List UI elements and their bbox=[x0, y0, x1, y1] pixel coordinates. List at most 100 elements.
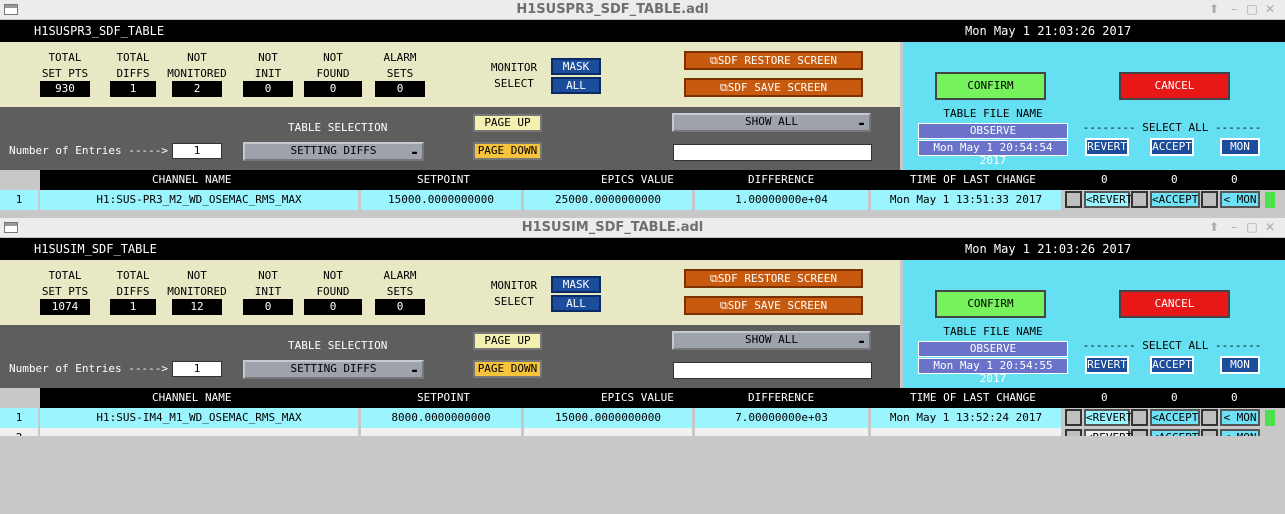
select-all-revert-button[interactable]: REVERT bbox=[1085, 356, 1129, 374]
table-row: 2 <REVERT <ACCEPT < MON bbox=[0, 428, 1285, 436]
col-time-of-last-change: TIME OF LAST CHANGE bbox=[910, 391, 1036, 404]
minimize-icon[interactable]: – bbox=[1226, 1, 1242, 18]
all-button[interactable]: ALL bbox=[551, 295, 601, 312]
row-mon-checkbox[interactable] bbox=[1201, 191, 1218, 208]
filter-input[interactable] bbox=[673, 362, 872, 379]
summary-value: 1074 bbox=[40, 299, 90, 315]
summary-label: TOTAL DIFFS bbox=[100, 268, 166, 300]
summary-label-line1: TOTAL bbox=[48, 51, 82, 64]
close-icon[interactable]: ✕ bbox=[1262, 1, 1278, 18]
col-channel-name: CHANNEL NAME bbox=[152, 391, 232, 404]
close-icon[interactable]: ✕ bbox=[1262, 219, 1278, 236]
summary-value: 0 bbox=[375, 81, 425, 97]
row-accept-checkbox[interactable] bbox=[1131, 409, 1148, 426]
summary-value: 12 bbox=[172, 299, 222, 315]
all-button[interactable]: ALL bbox=[551, 77, 601, 94]
row-revert-checkbox[interactable] bbox=[1065, 409, 1082, 426]
sdf-restore-screen-button[interactable]: ⧉SDF RESTORE SCREEN bbox=[684, 51, 863, 70]
table-name: H1SUSPR3_SDF_TABLE bbox=[34, 24, 165, 38]
cancel-button[interactable]: CANCEL bbox=[1119, 290, 1230, 318]
row-mon-checkbox[interactable] bbox=[1201, 429, 1218, 436]
number-of-entries-value: 1 bbox=[172, 361, 222, 377]
sdf-save-screen-button[interactable]: ⧉SDF SAVE SCREEN bbox=[684, 296, 863, 315]
summary-label-line1: ALARM bbox=[383, 269, 417, 282]
table-file-date: Mon May 1 20:54:54 2017 bbox=[918, 140, 1068, 167]
table-file-date: Mon May 1 20:54:55 2017 bbox=[918, 358, 1068, 385]
monitor-label-line1: MONITOR bbox=[490, 279, 538, 292]
row-revert-button[interactable]: <REVERT bbox=[1084, 191, 1132, 208]
page-up-button[interactable]: PAGE UP bbox=[473, 332, 542, 350]
col-setpoint: SETPOINT bbox=[417, 391, 470, 404]
row-epics-value: 25000.0000000000 bbox=[524, 190, 692, 210]
page-up-button[interactable]: PAGE UP bbox=[473, 114, 542, 132]
window-title-bar[interactable]: H1SUSIM_SDF_TABLE.adl ⬆ – □ ✕ bbox=[0, 218, 1285, 238]
monitor-label-line1: MONITOR bbox=[490, 61, 538, 74]
summary-value: 1 bbox=[110, 299, 156, 315]
row-accept-checkbox[interactable] bbox=[1131, 191, 1148, 208]
sdf-restore-screen-button[interactable]: ⧉SDF RESTORE SCREEN bbox=[684, 269, 863, 288]
show-all-dropdown[interactable]: SHOW ALL ▬ bbox=[672, 331, 871, 350]
select-all-mon-button[interactable]: MON bbox=[1220, 356, 1260, 374]
table-row: 1 H1:SUS-IM4_M1_WD_OSEMAC_RMS_MAX 8000.000… bbox=[0, 408, 1285, 428]
row-setpoint: 15000.0000000000 bbox=[361, 190, 521, 210]
minimize-icon[interactable]: – bbox=[1226, 219, 1242, 236]
show-all-dropdown[interactable]: SHOW ALL ▬ bbox=[672, 113, 871, 132]
summary-label: NOT INIT bbox=[233, 268, 303, 300]
page-down-button[interactable]: PAGE DOWN bbox=[473, 142, 542, 160]
sdf-save-screen-button[interactable]: ⧉SDF SAVE SCREEN bbox=[684, 78, 863, 97]
page-down-button[interactable]: PAGE DOWN bbox=[473, 360, 542, 378]
row-revert-checkbox[interactable] bbox=[1065, 429, 1082, 436]
cancel-button[interactable]: CANCEL bbox=[1119, 72, 1230, 100]
row-accept-button[interactable]: <ACCEPT bbox=[1150, 429, 1200, 436]
window-title: H1SUSPR3_SDF_TABLE.adl bbox=[516, 2, 709, 17]
monitor-select-label: MONITOR SELECT bbox=[480, 60, 548, 92]
row-mon-button[interactable]: < MON bbox=[1220, 191, 1260, 208]
summary-label-line2: SET PTS bbox=[41, 285, 89, 298]
row-accept-button[interactable]: <ACCEPT bbox=[1150, 409, 1200, 426]
summary-label-line2: SETS bbox=[386, 285, 414, 298]
row-revert-button[interactable]: <REVERT bbox=[1084, 429, 1132, 436]
filter-input[interactable] bbox=[673, 144, 872, 161]
row-revert-button[interactable]: <REVERT bbox=[1084, 409, 1132, 426]
summary-label-line2: FOUND bbox=[316, 67, 350, 80]
col-revert-count: 0 bbox=[1101, 173, 1108, 186]
show-all-value: SHOW ALL bbox=[745, 333, 798, 346]
row-revert-checkbox[interactable] bbox=[1065, 191, 1082, 208]
summary-label-line2: MONITORED bbox=[167, 67, 227, 80]
confirm-button[interactable]: CONFIRM bbox=[935, 290, 1046, 318]
select-all-mon-button[interactable]: MON bbox=[1220, 138, 1260, 156]
col-mon-count: 0 bbox=[1231, 391, 1238, 404]
maximize-icon[interactable]: □ bbox=[1244, 219, 1260, 236]
mask-button[interactable]: MASK bbox=[551, 276, 601, 293]
col-epics-value: EPICS VALUE bbox=[601, 173, 674, 186]
row-setpoint bbox=[361, 428, 521, 436]
select-all-accept-button[interactable]: ACCEPT bbox=[1150, 356, 1194, 374]
select-all-accept-button[interactable]: ACCEPT bbox=[1150, 138, 1194, 156]
summary-label: NOT FOUND bbox=[294, 50, 372, 82]
row-time-of-last-change: Mon May 1 13:51:33 2017 bbox=[871, 190, 1061, 210]
row-mon-button[interactable]: < MON bbox=[1220, 409, 1260, 426]
summary-value: 0 bbox=[304, 299, 362, 315]
window-up-icon[interactable]: ⬆ bbox=[1206, 219, 1222, 236]
monitor-select-label: MONITOR SELECT bbox=[480, 278, 548, 310]
col-epics-value: EPICS VALUE bbox=[601, 391, 674, 404]
dropdown-indicator-icon: ▬ bbox=[859, 337, 864, 346]
table-selection-dropdown[interactable]: SETTING DIFFS ▬ bbox=[243, 360, 424, 379]
row-accept-button[interactable]: <ACCEPT bbox=[1150, 191, 1200, 208]
window-title-bar[interactable]: H1SUSPR3_SDF_TABLE.adl ⬆ – □ ✕ bbox=[0, 0, 1285, 20]
row-accept-checkbox[interactable] bbox=[1131, 429, 1148, 436]
confirm-button[interactable]: CONFIRM bbox=[935, 72, 1046, 100]
mask-button[interactable]: MASK bbox=[551, 58, 601, 75]
table-name: H1SUSIM_SDF_TABLE bbox=[34, 242, 157, 256]
row-mon-button[interactable]: < MON bbox=[1220, 429, 1260, 436]
window-up-icon[interactable]: ⬆ bbox=[1206, 1, 1222, 18]
select-all-revert-button[interactable]: REVERT bbox=[1085, 138, 1129, 156]
number-of-entries-label: Number of Entries -----> bbox=[9, 362, 168, 375]
summary-label-line1: NOT bbox=[323, 269, 343, 282]
row-mon-checkbox[interactable] bbox=[1201, 409, 1218, 426]
summary-label: ALARM SETS bbox=[365, 50, 435, 82]
table-selection-dropdown[interactable]: SETTING DIFFS ▬ bbox=[243, 142, 424, 161]
maximize-icon[interactable]: □ bbox=[1244, 1, 1260, 18]
summary-label-line2: DIFFS bbox=[116, 67, 150, 80]
summary-value: 1 bbox=[110, 81, 156, 97]
